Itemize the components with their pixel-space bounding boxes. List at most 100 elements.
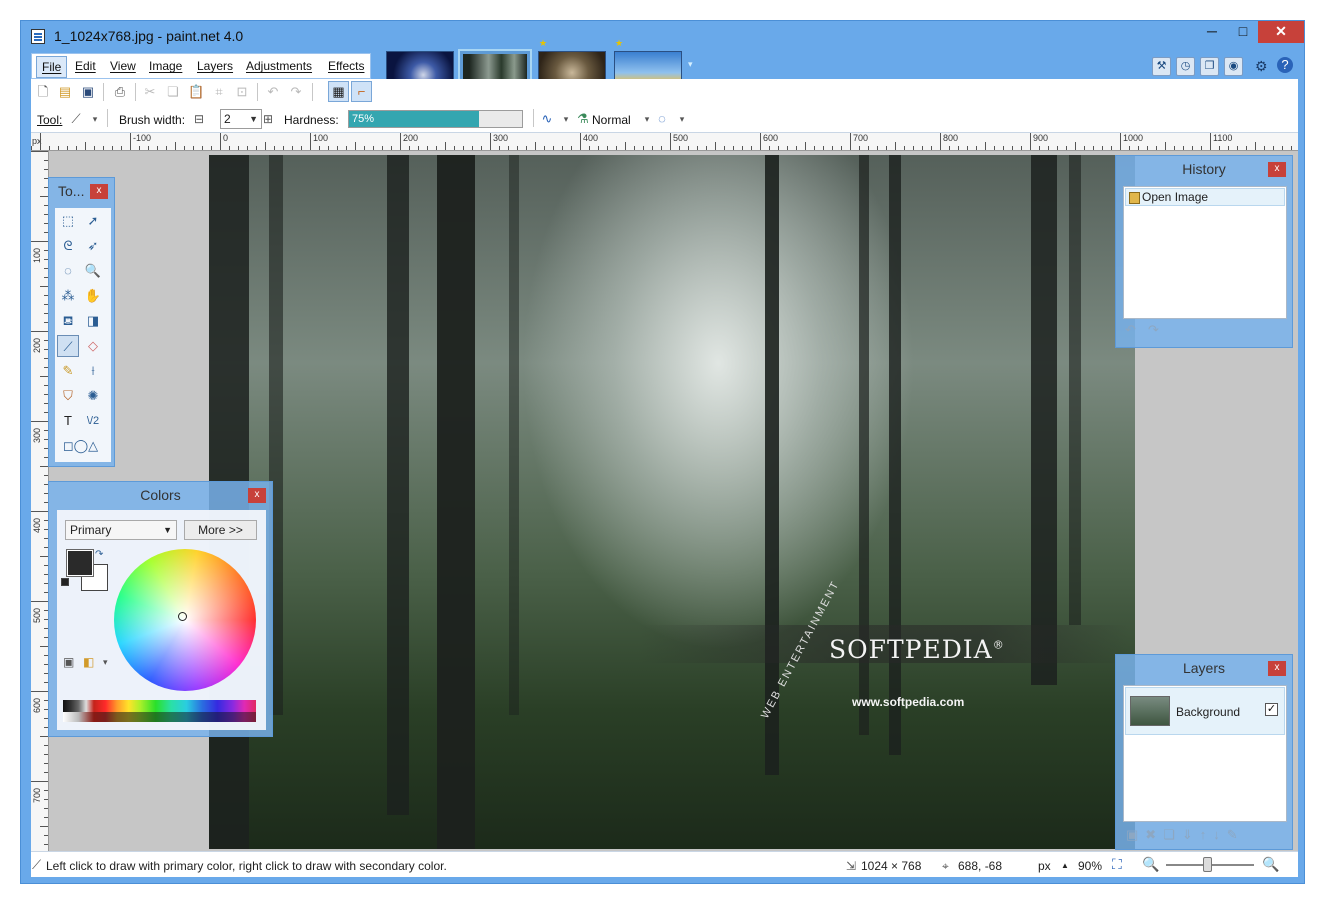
shapes-icon[interactable]: ◻◯△ [57, 435, 104, 457]
layers-panel-title[interactable]: Layers [1116, 655, 1292, 681]
eraser-icon[interactable]: ◇ [82, 335, 104, 357]
redo-icon[interactable]: ↷ [288, 84, 304, 100]
lasso-select-icon[interactable]: ᘓ [57, 235, 79, 257]
pan-hand-icon[interactable]: ✋ [82, 285, 104, 307]
tab-list-arrow-icon[interactable]: ▾ [688, 59, 693, 70]
print-icon[interactable]: ⎙ [112, 84, 128, 100]
cut-icon[interactable]: ✂ [142, 84, 158, 100]
paint-bucket-icon[interactable]: ⛾ [57, 310, 79, 332]
merge-layer-icon[interactable]: ⇓ [1182, 827, 1200, 842]
reset-colors-icon[interactable] [61, 578, 69, 586]
menu-edit[interactable]: Edit [75, 59, 96, 73]
image-canvas[interactable]: SOFTPEDIA® www.softpedia.com WEB ENTERTA… [209, 155, 1135, 849]
zoom-to-window-icon[interactable]: ⛶ [1112, 856, 1122, 873]
ruler-tick [44, 772, 48, 773]
menu-file[interactable]: File [36, 56, 68, 78]
palette-dropdown-icon[interactable]: ▾ [103, 657, 108, 668]
clone-stamp-icon[interactable]: ⛉ [57, 385, 79, 407]
pencil-icon[interactable]: ✎ [57, 360, 79, 382]
color-wheel-cursor[interactable] [178, 612, 187, 621]
brush-width-input[interactable]: 2 ▼ [220, 109, 262, 129]
delete-layer-icon[interactable]: ✖ [1145, 827, 1163, 842]
swap-colors-icon[interactable]: ↷ [95, 549, 103, 560]
menu-view[interactable]: View [110, 59, 136, 73]
color-picker-icon[interactable]: ⟊ [82, 360, 104, 382]
colors-window-icon[interactable]: ◉ [1224, 57, 1243, 76]
new-image-icon[interactable]: 🗋 [35, 84, 51, 100]
more-colors-button[interactable]: More >> [184, 520, 257, 540]
increase-width-icon[interactable]: ⊞ [260, 111, 276, 127]
crop-icon[interactable]: ⌗ [211, 84, 227, 100]
menu-effects[interactable]: Effects [328, 59, 364, 73]
units-dropdown-icon[interactable]: ▲ [1061, 861, 1069, 870]
maximize-button[interactable]: □ [1228, 21, 1258, 43]
undo-icon[interactable]: ↶ [265, 84, 281, 100]
zoom-level[interactable]: 90% [1078, 859, 1102, 873]
layer-properties-icon[interactable]: ✎ [1227, 827, 1245, 842]
magic-wand-icon[interactable]: ⁂ [57, 285, 79, 307]
duplicate-layer-icon[interactable]: ❏ [1163, 827, 1182, 842]
add-to-palette-icon[interactable]: ▣ [63, 655, 74, 669]
line-curve-icon[interactable]: \/2 [82, 410, 104, 432]
history-panel-title[interactable]: History [1116, 156, 1292, 182]
zoom-icon[interactable]: 🔍 [82, 260, 104, 282]
gradient-icon[interactable]: ◨ [82, 310, 104, 332]
history-undo-icon[interactable]: ↶ [1125, 322, 1136, 338]
units-select[interactable]: px [1038, 859, 1051, 873]
zoom-in-icon[interactable]: 🔍 [1262, 856, 1279, 873]
rulers-toggle[interactable]: ⌐ [351, 81, 372, 102]
pixel-grid-toggle[interactable]: ▦ [328, 81, 349, 102]
antialiasing-icon[interactable]: ∿ [539, 111, 555, 127]
close-history-panel-button[interactable]: x [1268, 162, 1286, 177]
open-file-icon[interactable]: ▤ [57, 84, 73, 100]
history-window-icon[interactable]: ◷ [1176, 57, 1195, 76]
clipping-dropdown-icon[interactable]: ▾ [674, 111, 690, 127]
close-tools-panel-button[interactable]: x [90, 184, 108, 199]
zoom-out-icon[interactable]: 🔍 [1142, 856, 1159, 873]
menu-image[interactable]: Image [149, 59, 182, 73]
layers-window-icon[interactable]: ❐ [1200, 57, 1219, 76]
paintbrush-tool-icon[interactable]: ⟋ [68, 111, 84, 127]
paintbrush-icon[interactable]: ⟋ [57, 335, 79, 357]
close-layers-panel-button[interactable]: x [1268, 661, 1286, 676]
tools-window-icon[interactable]: ⚒ [1152, 57, 1171, 76]
save-icon[interactable]: ▣ [80, 84, 96, 100]
deselect-icon[interactable]: ⊡ [234, 84, 250, 100]
menu-adjustments[interactable]: Adjustments [246, 59, 312, 73]
antialias-dropdown-icon[interactable]: ▾ [558, 111, 574, 127]
menu-layers[interactable]: Layers [197, 59, 233, 73]
ellipse-select-icon[interactable]: ◌ [57, 260, 79, 282]
blend-mode-icon[interactable]: ⚗ [575, 111, 591, 127]
minimize-button[interactable]: ─ [1197, 21, 1227, 43]
hardness-slider[interactable]: 75% [348, 110, 523, 128]
tool-dropdown-arrow-icon[interactable]: ▾ [87, 111, 103, 127]
paste-icon[interactable]: 📋 [188, 84, 204, 100]
move-selected-pixels-icon[interactable]: ➚ [82, 210, 104, 232]
move-layer-down-icon[interactable]: ↓ [1213, 827, 1227, 842]
primary-color-swatch[interactable] [66, 549, 94, 577]
blend-mode-value[interactable]: Normal [592, 113, 631, 127]
text-tool-icon[interactable]: T [57, 410, 79, 432]
history-item[interactable]: Open Image [1125, 188, 1285, 206]
decrease-width-icon[interactable]: ⊟ [191, 111, 207, 127]
move-selection-icon[interactable]: ➶ [82, 235, 104, 257]
recolor-icon[interactable]: ✺ [82, 385, 104, 407]
blend-dropdown-icon[interactable]: ▾ [639, 111, 655, 127]
move-layer-up-icon[interactable]: ↑ [1200, 827, 1214, 842]
help-icon[interactable]: ? [1277, 57, 1293, 73]
rectangle-select-icon[interactable]: ⬚ [57, 210, 79, 232]
zoom-slider-thumb[interactable] [1203, 857, 1212, 872]
palette-menu-icon[interactable]: ◧ [83, 655, 94, 669]
history-redo-icon[interactable]: ↷ [1148, 322, 1159, 338]
add-layer-icon[interactable]: ▣ [1126, 827, 1145, 842]
copy-icon[interactable]: ❏ [165, 84, 181, 100]
layer-visibility-checkbox[interactable]: ✓ [1265, 703, 1278, 716]
settings-gear-icon[interactable]: ⚙ [1255, 58, 1268, 75]
color-mode-select[interactable]: Primary ▼ [65, 520, 177, 540]
colors-panel-title[interactable]: Colors [49, 482, 272, 508]
selection-clipping-icon[interactable]: ◌ [654, 111, 670, 127]
layer-row[interactable]: Background ✓ [1125, 687, 1285, 735]
close-colors-panel-button[interactable]: x [248, 488, 266, 503]
close-window-button[interactable]: ✕ [1258, 21, 1304, 43]
color-palette[interactable] [63, 700, 256, 722]
